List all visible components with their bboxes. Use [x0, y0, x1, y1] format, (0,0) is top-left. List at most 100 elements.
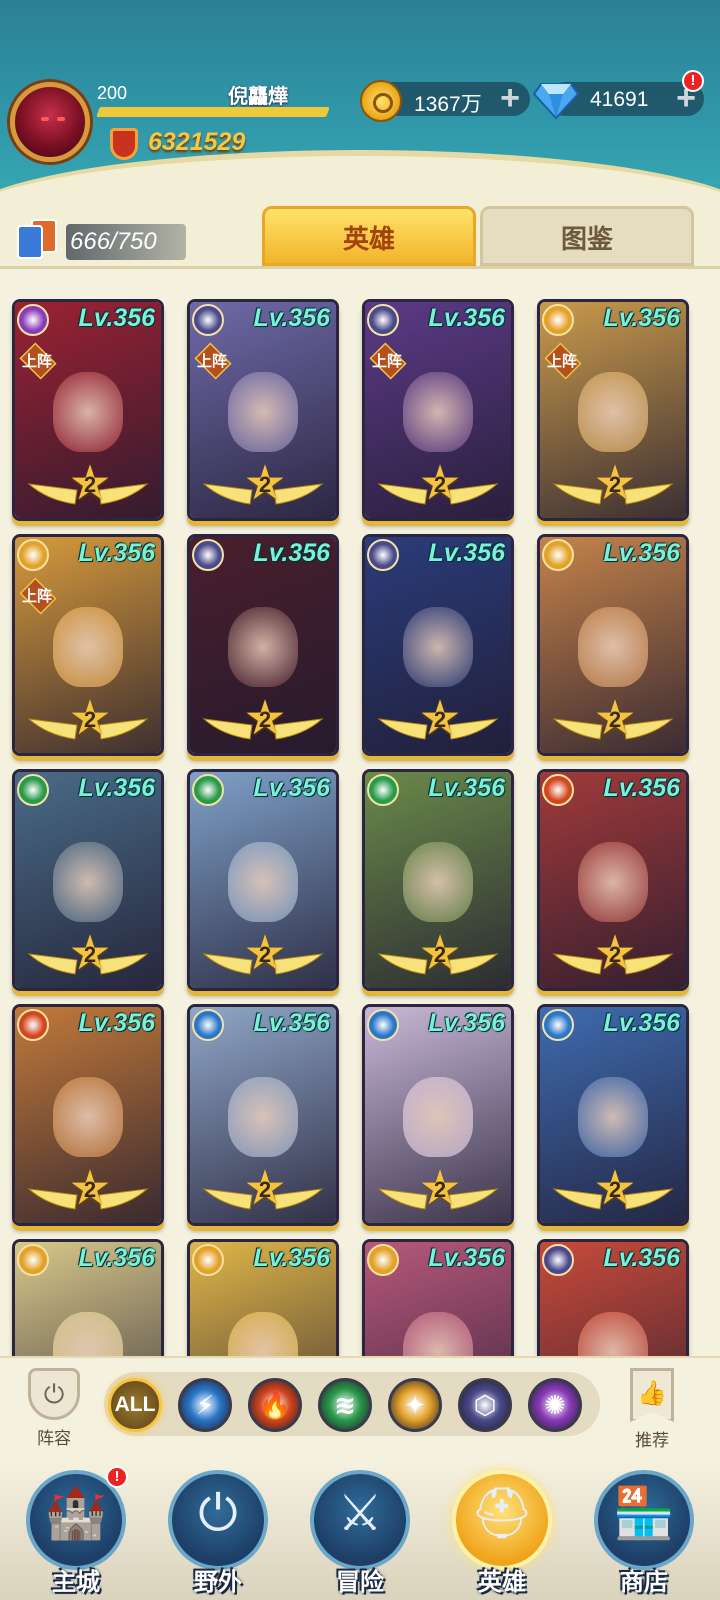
- hero-card[interactable]: Lv.356 ★ 2: [537, 769, 689, 991]
- nav-shop[interactable]: 🏪 商店: [584, 1466, 704, 1596]
- hero-star-count: 2: [608, 1177, 622, 1202]
- hero-level: Lv.356: [603, 304, 680, 332]
- hero-star-count: 2: [433, 707, 447, 732]
- hero-card[interactable]: Lv.356 上阵 ★ 2: [12, 299, 164, 521]
- hero-face: [578, 842, 648, 922]
- hero-star-count: 2: [433, 1177, 447, 1202]
- castle-glyph: 🏰: [44, 1485, 108, 1541]
- element-filter-bar: 阵容 ALL ⚡ 🔥 ≋ ✦ ⬡ ✺ 👍 推荐: [0, 1356, 720, 1460]
- hero-star-count: 2: [608, 707, 622, 732]
- hero-card[interactable]: Lv.356: [12, 1239, 164, 1356]
- hero-star-count: 2: [83, 942, 97, 967]
- nav-main-city[interactable]: 🏰 主城 !: [16, 1466, 136, 1596]
- void-element-icon: [192, 539, 224, 571]
- hero-level: Lv.356: [603, 1009, 680, 1037]
- hero-list-panel[interactable]: Lv.356 上阵 ★ 2 Lv.356 上阵 ★ 2 Lv.356 上阵 ★ 2 Lv.356 上阵 ★ 2…: [0, 266, 720, 1356]
- nav-wild-label: 野外: [194, 1569, 242, 1596]
- hero-card[interactable]: Lv.356: [187, 1239, 339, 1356]
- helmet-glyph: ⛑: [470, 1485, 534, 1541]
- arcane-element-icon: [17, 304, 49, 336]
- nav-heroes[interactable]: ⛑ 英雄: [442, 1466, 562, 1596]
- deployed-badge: 上阵: [19, 342, 57, 380]
- hero-card[interactable]: Lv.356 ★ 2: [362, 534, 514, 756]
- hero-card[interactable]: Lv.356 上阵 ★ 2: [12, 534, 164, 756]
- hero-card[interactable]: Lv.356 ★ 2: [187, 769, 339, 991]
- thumbs-up-icon: 👍: [630, 1368, 674, 1422]
- hero-level: Lv.356: [253, 1244, 330, 1272]
- hero-card[interactable]: Lv.356: [362, 1239, 514, 1356]
- nav-adventure[interactable]: ⚔ 冒险: [300, 1466, 420, 1596]
- filter-pills: ALL ⚡ 🔥 ≋ ✦ ⬡ ✺: [104, 1372, 600, 1436]
- filter-light-icon[interactable]: ✦: [388, 1378, 442, 1432]
- tab-hero-dex[interactable]: 图鉴: [480, 206, 694, 266]
- wind-element-icon: [192, 774, 224, 806]
- deployed-badge: 上阵: [19, 577, 57, 615]
- hero-level: Lv.356: [78, 304, 155, 332]
- add-gold-button[interactable]: +: [496, 81, 524, 115]
- hero-level: Lv.356: [428, 774, 505, 802]
- tab-heroes[interactable]: 英雄: [262, 206, 476, 266]
- hero-face: [228, 372, 298, 452]
- hero-face: [53, 607, 123, 687]
- hero-card[interactable]: Lv.356 ★ 2: [362, 769, 514, 991]
- recommend-button[interactable]: 👍 推荐: [622, 1368, 682, 1451]
- hero-card[interactable]: Lv.356 上阵 ★ 2: [187, 299, 339, 521]
- hero-face: [403, 607, 473, 687]
- hero-card[interactable]: Lv.356 ★ 2: [362, 1004, 514, 1226]
- experience-bar: [96, 107, 330, 117]
- hero-level: Lv.356: [428, 1244, 505, 1272]
- hero-card[interactable]: Lv.356 上阵 ★ 2: [362, 299, 514, 521]
- filter-fire-icon[interactable]: 🔥: [248, 1378, 302, 1432]
- hero-level: Lv.356: [253, 539, 330, 567]
- player-level: 200: [97, 83, 128, 103]
- hero-face: [53, 842, 123, 922]
- gem-value: 41691: [590, 88, 649, 111]
- diamond-icon: [533, 83, 579, 120]
- hero-star-count: 2: [258, 707, 272, 732]
- filter-water-icon[interactable]: ⚡: [178, 1378, 232, 1432]
- filter-wind-icon[interactable]: ≋: [318, 1378, 372, 1432]
- hero-card[interactable]: Lv.356 上阵 ★ 2: [537, 299, 689, 521]
- hero-card[interactable]: Lv.356 ★ 2: [187, 1004, 339, 1226]
- hero-face: [53, 372, 123, 452]
- main-city-notice-badge: !: [106, 1466, 128, 1488]
- filter-all-button[interactable]: ALL: [108, 1378, 162, 1432]
- bottom-navigation: 🏰 主城 ! ⏻ 野外 ⚔ 冒险 ⛑ 英雄 🏪 商店: [0, 1460, 720, 1600]
- hero-star-count: 2: [83, 472, 97, 497]
- void-element-icon: [542, 1244, 574, 1276]
- hero-level: Lv.356: [78, 539, 155, 567]
- recommend-label: 推荐: [635, 1431, 669, 1450]
- hero-face: [403, 1077, 473, 1157]
- hero-card[interactable]: Lv.356 ★ 2: [187, 534, 339, 756]
- nav-main-city-label: 主城: [52, 1569, 100, 1596]
- hero-count: 666/750: [66, 224, 186, 260]
- lineup-button[interactable]: 阵容: [24, 1368, 84, 1449]
- hero-card[interactable]: Lv.356 ★ 2: [12, 1004, 164, 1226]
- void-element-icon: [367, 304, 399, 336]
- hero-card[interactable]: Lv.356 ★ 2: [12, 769, 164, 991]
- hero-star-count: 2: [258, 942, 272, 967]
- water-element-icon: [367, 1009, 399, 1041]
- filter-void-icon[interactable]: ⬡: [458, 1378, 512, 1432]
- hero-star-count: 2: [433, 942, 447, 967]
- wind-element-icon: [367, 774, 399, 806]
- hero-level: Lv.356: [428, 304, 505, 332]
- filter-arcane-icon[interactable]: ✺: [528, 1378, 582, 1432]
- light-element-icon: [17, 1244, 49, 1276]
- player-avatar[interactable]: [10, 82, 90, 162]
- hero-level: Lv.356: [603, 774, 680, 802]
- fire-element-icon: [17, 1009, 49, 1041]
- hero-face: [403, 842, 473, 922]
- deployed-badge: 上阵: [544, 342, 582, 380]
- hero-star-count: 2: [83, 1177, 97, 1202]
- hero-card[interactable]: Lv.356 ★ 2: [537, 1004, 689, 1226]
- lineup-icon: [28, 1368, 80, 1420]
- nav-wild[interactable]: ⏻ 野外: [158, 1466, 278, 1596]
- light-element-icon: [17, 539, 49, 571]
- hero-card[interactable]: Lv.356: [537, 1239, 689, 1356]
- player-info: 200 倪龘燁: [93, 80, 333, 120]
- hero-card[interactable]: Lv.356 ★ 2: [537, 534, 689, 756]
- light-element-icon: [192, 1244, 224, 1276]
- hero-face: [228, 842, 298, 922]
- gold-coin-icon: [360, 80, 402, 122]
